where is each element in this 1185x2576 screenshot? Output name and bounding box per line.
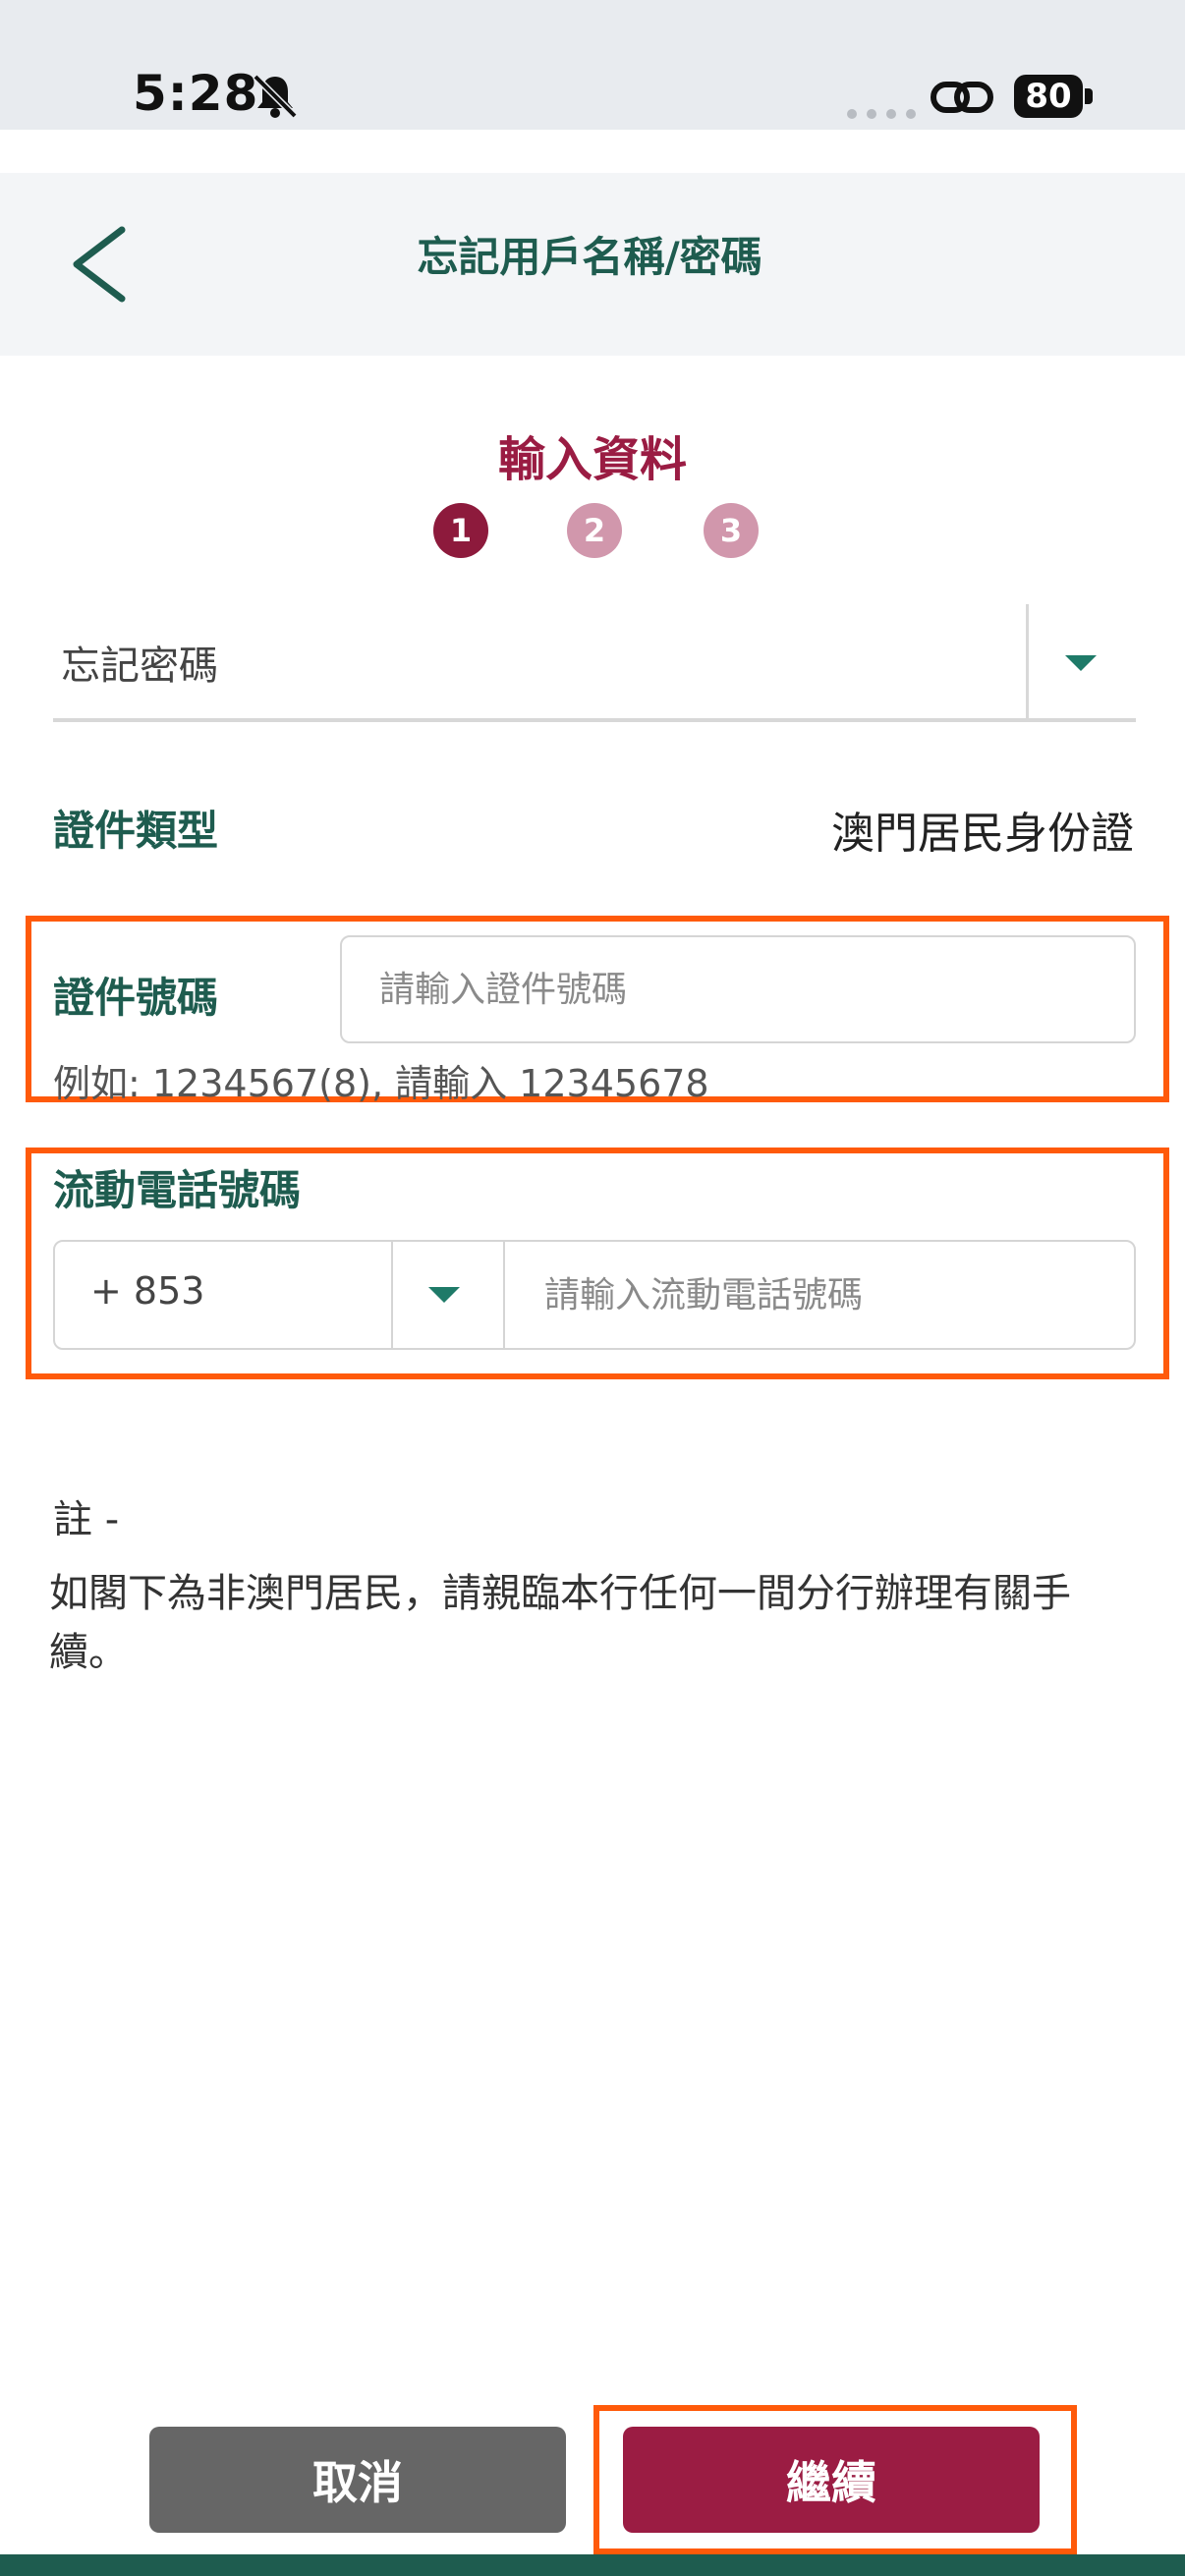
step-title: 輸入資料 (497, 432, 687, 487)
battery-level: 80 (1014, 75, 1083, 118)
note-label: 註 - (53, 1497, 120, 1542)
cancel-button[interactable]: 取消 (149, 2427, 566, 2533)
step-indicator-3: 3 (704, 503, 759, 558)
chevron-down-icon[interactable] (1065, 655, 1097, 671)
id-number-input[interactable] (340, 935, 1136, 1043)
id-number-label: 證件號碼 (53, 974, 219, 1022)
phone-divider (503, 1242, 505, 1348)
signal-dots-icon (847, 104, 935, 119)
silent-bell-icon (253, 74, 298, 119)
bottom-bar (0, 2554, 1185, 2576)
mobile-number-input[interactable] (509, 1244, 1128, 1346)
document-type-label: 證件類型 (53, 807, 219, 855)
id-number-hint: 例如: 1234567(8), 請輸入 12345678 (53, 1062, 709, 1105)
link-icon (931, 82, 993, 113)
country-code-divider (391, 1242, 393, 1348)
forgot-type-value: 忘記密碼 (61, 644, 218, 689)
step-indicator-2: 2 (567, 503, 622, 558)
mobile-number-label: 流動電話號碼 (53, 1166, 302, 1214)
forgot-type-select[interactable]: 忘記密碼 (53, 604, 1136, 722)
page-title: 忘記用戶名稱/密碼 (417, 233, 762, 281)
document-type-value: 澳門居民身份證 (831, 809, 1134, 859)
note-text: 如閣下為非澳門居民，請親臨本行任何一間分行辦理有關手續。 (49, 1571, 1071, 1675)
back-arrow-icon[interactable] (65, 224, 136, 305)
country-code-chevron-icon[interactable] (428, 1287, 460, 1303)
select-divider (1026, 604, 1029, 718)
battery-icon (1085, 88, 1093, 104)
status-time: 5:28 (133, 65, 259, 122)
continue-button[interactable]: 繼續 (623, 2427, 1040, 2533)
mobile-number-field: + 853 (53, 1240, 1136, 1350)
step-indicator-1: 1 (433, 503, 488, 558)
country-code-value[interactable]: + 853 (90, 1269, 204, 1313)
